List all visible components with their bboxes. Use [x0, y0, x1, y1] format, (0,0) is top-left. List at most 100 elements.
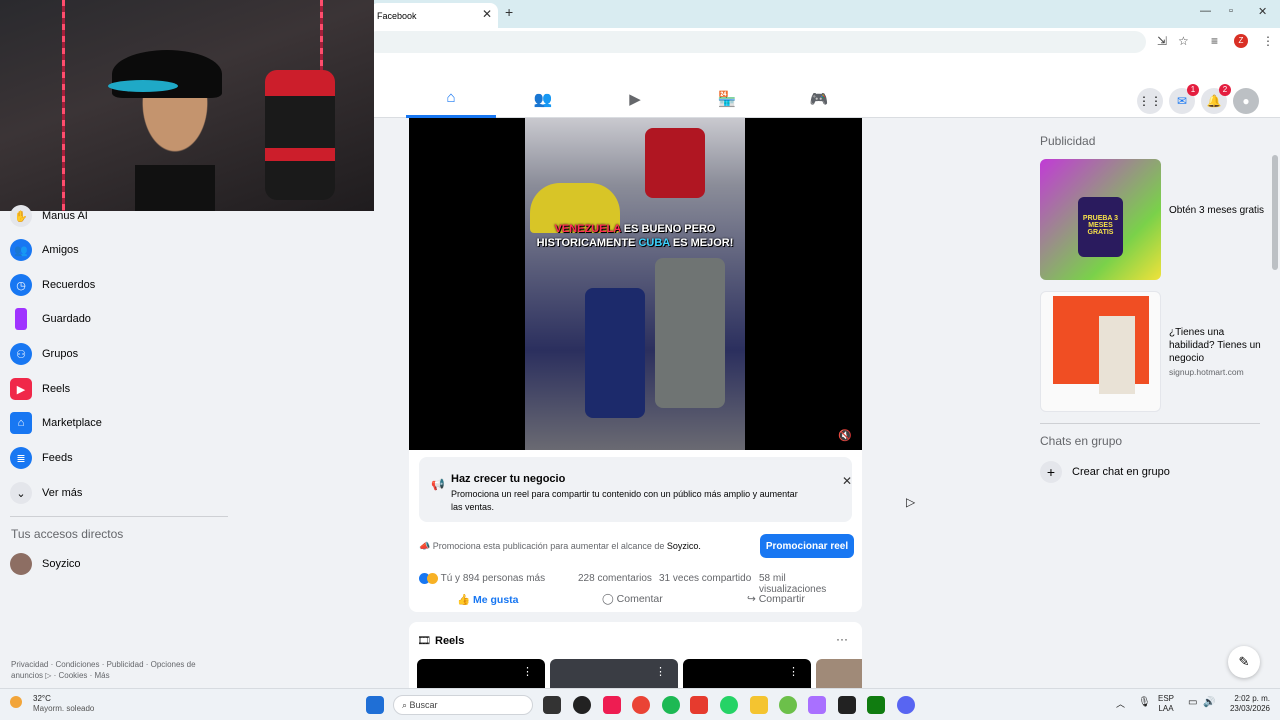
page-avatar [10, 553, 32, 575]
profile-avatar[interactable]: Z [1234, 34, 1248, 48]
kebab-icon[interactable]: ⋮ [522, 665, 533, 678]
comments-count[interactable]: 228 comentarios [578, 573, 652, 584]
shortcut-soyzico[interactable]: Soyzico [10, 549, 81, 579]
close-icon[interactable]: ✕ [842, 474, 852, 488]
start-icon[interactable] [366, 696, 384, 714]
video-frame: VENEZUELA ES BUENO PERO HISTORICAMENTE C… [525, 118, 745, 450]
share-button[interactable]: ↪ Compartir [747, 593, 805, 605]
sidebar-item-groups[interactable]: ⚇ Grupos [10, 339, 78, 369]
new-message-button[interactable]: ✎ [1228, 646, 1260, 678]
mute-icon[interactable]: 🔇 [838, 429, 852, 442]
tray-chevron-icon[interactable]: ︿ [1116, 699, 1125, 709]
volume-icon[interactable]: 🔊 [1203, 698, 1215, 708]
account-avatar[interactable]: ● [1233, 88, 1259, 114]
install-app-icon[interactable]: ⇲ [1157, 34, 1167, 48]
network-icon[interactable]: ▭ [1188, 698, 1197, 708]
weather-condition: Mayorm. soleado [33, 704, 95, 713]
temperature: 32°C [33, 694, 51, 703]
messenger-icon: ✉ [1176, 94, 1188, 108]
reel-thumbnail[interactable]: ⋮ [550, 659, 678, 688]
weather-widget[interactable]: 32°C Mayorm. soleado [10, 694, 95, 714]
notifications-button[interactable]: 🔔 2 [1201, 84, 1231, 114]
more-options-icon[interactable]: ··· [836, 632, 848, 646]
sidebar-item-memories[interactable]: ◷ Recuerdos [10, 270, 95, 300]
microphone-icon[interactable]: 🎙 [1138, 698, 1151, 708]
kebab-icon[interactable]: ⋮ [788, 665, 799, 678]
search-icon: ⌕ [402, 699, 410, 710]
tab-title: Facebook [377, 10, 417, 21]
sidebar-see-more[interactable]: ⌄ Ver más [10, 478, 82, 508]
restore-icon[interactable]: ▫ [1229, 5, 1233, 17]
game-app-icon[interactable] [808, 696, 826, 714]
media-control-icon[interactable]: ≡ [1211, 34, 1218, 48]
minimize-icon[interactable]: — [1200, 5, 1211, 17]
shares-count[interactable]: 31 veces compartido [659, 573, 751, 584]
task-view-icon[interactable] [543, 696, 561, 714]
address-bar[interactable] [366, 31, 1146, 53]
sidebar-item-label: Grupos [42, 348, 79, 360]
like-button[interactable]: 👍 Me gusta [457, 593, 519, 606]
clock[interactable]: 2:02 p. m. 23/03/2026 [1226, 694, 1270, 714]
new-tab-button[interactable]: + [505, 4, 513, 20]
nav-home-tab[interactable]: ⌂ [406, 80, 496, 118]
reels-title: Reels [435, 635, 465, 647]
sidebar-item-manus[interactable]: ✋ Manus AI [10, 201, 88, 231]
memories-icon: ◷ [10, 274, 32, 296]
messenger-button[interactable]: ✉ 1 [1169, 84, 1199, 114]
ad-phone-graphic: PRUEBA 3 MESES GRATIS [1078, 197, 1123, 257]
ad-image-hotmart[interactable] [1040, 291, 1161, 412]
footer-links[interactable]: Privacidad · Condiciones · Publicidad · … [11, 659, 221, 681]
sidebar-item-feeds[interactable]: ≣ Feeds [10, 443, 73, 473]
nav-gaming-tab[interactable]: 🎮 [774, 80, 864, 118]
shortcut-label: Soyzico [42, 558, 81, 570]
video-icon: ▶ [629, 91, 641, 108]
taskbar-search[interactable]: ⌕ Buscar [393, 695, 533, 715]
ad-text-1[interactable]: Obtén 3 meses gratis [1169, 204, 1269, 217]
kebab-icon[interactable]: ⋮ [655, 665, 666, 678]
window-close-icon[interactable]: ✕ [1258, 5, 1267, 18]
reactions-summary[interactable]: Tú y 894 personas más [419, 573, 545, 584]
taskbar: 32°C Mayorm. soleado ⌕ Buscar ︿ 🎙 ESP LAA… [0, 688, 1280, 720]
ad-text-2[interactable]: ¿Tienes una habilidad? Tienes un negocio [1169, 326, 1269, 365]
nav-marketplace-tab[interactable]: 🏪 [682, 80, 772, 118]
browser-menu-icon[interactable]: ⋮ [1262, 34, 1274, 48]
spotify-icon[interactable] [662, 696, 680, 714]
sidebar-item-friends[interactable]: 👥 Amigos [10, 235, 79, 265]
browser-tab[interactable]: Facebook ✕ [370, 3, 498, 28]
whatsapp-icon[interactable] [720, 696, 738, 714]
sidebar-item-reels[interactable]: ▶ Reels [10, 374, 70, 404]
nav-video-tab[interactable]: ▶ [590, 80, 680, 118]
thumbs-up-icon: 👍 [457, 594, 473, 606]
sidebar-item-marketplace[interactable]: ⌂ Marketplace [10, 408, 102, 438]
page-scrollbar[interactable] [1272, 155, 1278, 270]
mouse-cursor-icon: ▷ [906, 495, 916, 509]
right-column: Publicidad PRUEBA 3 MESES GRATIS Obtén 3… [1040, 118, 1270, 688]
obs-icon[interactable] [573, 696, 591, 714]
tab-close-icon[interactable]: ✕ [482, 7, 492, 21]
gaming-icon: 🎮 [809, 91, 829, 108]
reel-thumbnail[interactable] [816, 659, 862, 688]
megaphone-outline-icon: 📣 [419, 541, 433, 551]
search-placeholder: Buscar [409, 700, 438, 710]
sidebar-item-saved[interactable]: Guardado [10, 304, 91, 334]
xbox-icon[interactable] [867, 696, 885, 714]
promote-reel-button[interactable]: Promocionar reel [760, 534, 854, 558]
menu-grid-button[interactable]: ⋮⋮ [1137, 88, 1163, 114]
file-explorer-icon[interactable] [750, 696, 768, 714]
video-caption: VENEZUELA ES BUENO PERO HISTORICAMENTE C… [536, 223, 734, 249]
language-indicator[interactable]: ESP LAA [1158, 694, 1174, 714]
ad-image-premium[interactable]: PRUEBA 3 MESES GRATIS [1040, 159, 1161, 280]
reel-thumbnail[interactable]: ⋮ [683, 659, 811, 688]
bookmark-star-icon[interactable]: ☆ [1178, 34, 1189, 48]
discord-icon[interactable] [897, 696, 915, 714]
create-group-chat-button[interactable]: + Crear chat en grupo [1040, 460, 1170, 484]
chrome-icon[interactable] [632, 696, 650, 714]
comment-button[interactable]: ◯ Comentar [602, 593, 663, 605]
tiktok-icon[interactable] [603, 696, 621, 714]
cloud-icon[interactable] [779, 696, 797, 714]
nav-friends-tab[interactable]: 👥 [498, 80, 588, 118]
reel-thumbnail[interactable]: ⋮ [417, 659, 545, 688]
reel-video-player[interactable]: VENEZUELA ES BUENO PERO HISTORICAMENTE C… [409, 118, 862, 450]
capcut-icon[interactable] [838, 696, 856, 714]
typing-app-icon[interactable] [690, 696, 708, 714]
